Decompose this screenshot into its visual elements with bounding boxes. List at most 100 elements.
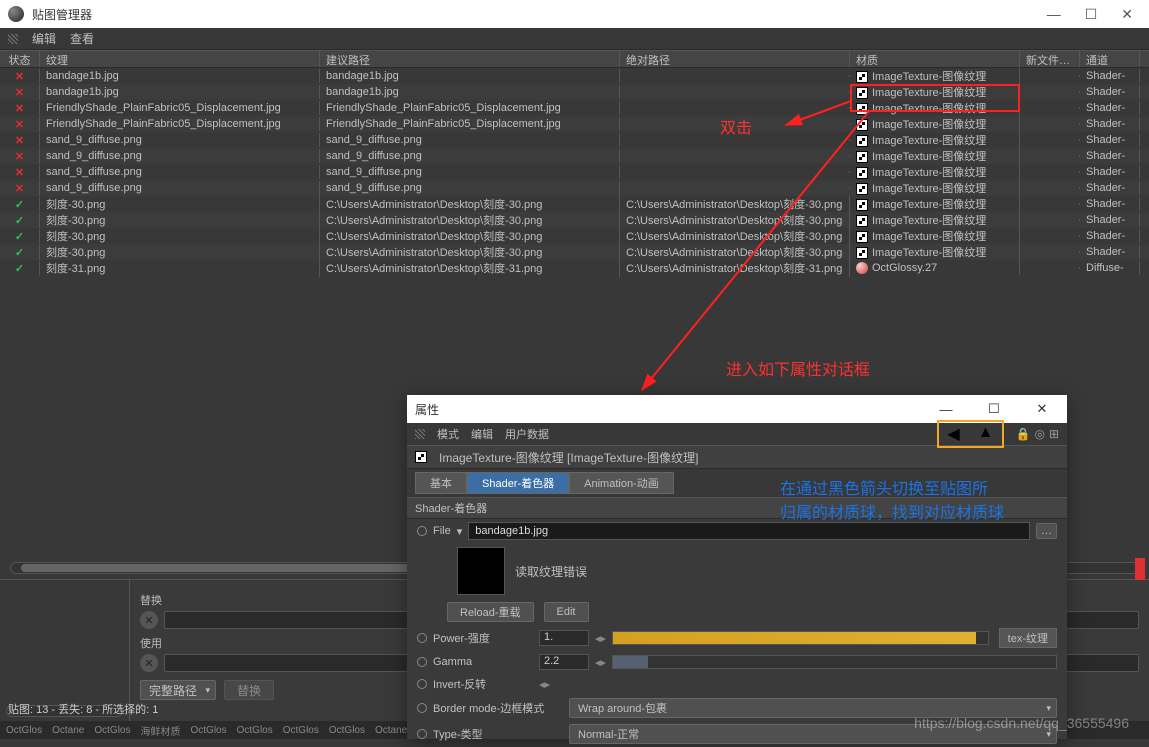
table-header: 状态 纹理 建议路径 绝对路径 材质 新文件路径 通道 bbox=[0, 50, 1149, 68]
radio-icon[interactable] bbox=[417, 657, 427, 667]
app-icon bbox=[8, 6, 24, 22]
new-icon[interactable]: ⊞ bbox=[1049, 427, 1059, 441]
window-title: 贴图管理器 bbox=[32, 6, 92, 23]
attributes-title: 属性 bbox=[415, 401, 439, 418]
target-icon[interactable]: ◎ bbox=[1034, 427, 1044, 441]
radio-icon[interactable] bbox=[417, 729, 427, 739]
close-button[interactable]: ✕ bbox=[1025, 396, 1059, 422]
col-suggested[interactable]: 建议路径 bbox=[320, 51, 620, 67]
gamma-value[interactable]: 2.2 bbox=[539, 654, 589, 670]
table-row[interactable]: ✓刻度-30.pngC:\Users\Administrator\Desktop… bbox=[0, 196, 1149, 212]
clear-use-icon[interactable]: ✕ bbox=[140, 654, 158, 672]
invert-label: Invert-反转 bbox=[433, 676, 533, 692]
csdn-badge bbox=[1135, 558, 1145, 580]
col-status[interactable]: 状态 bbox=[0, 51, 40, 67]
border-label: Border mode-边框模式 bbox=[433, 700, 563, 716]
radio-icon[interactable] bbox=[417, 633, 427, 643]
table-row[interactable]: ✕sand_9_diffuse.pngsand_9_diffuse.pngIma… bbox=[0, 164, 1149, 180]
gamma-slider[interactable] bbox=[612, 655, 1057, 669]
power-slider[interactable] bbox=[612, 631, 989, 645]
material-strip-item[interactable]: OctGlos bbox=[191, 725, 227, 736]
gamma-row: Gamma 2.2 ◂▸ bbox=[407, 651, 1067, 673]
object-header: ImageTexture-图像纹理 [ImageTexture-图像纹理] bbox=[407, 445, 1067, 469]
power-label: Power-强度 bbox=[433, 630, 533, 646]
annotation-arrow-hint: 在通过黑色箭头切换至贴图所 归属的材质球，找到对应材质球 bbox=[780, 478, 1004, 526]
table-row[interactable]: ✕sand_9_diffuse.pngsand_9_diffuse.pngIma… bbox=[0, 180, 1149, 196]
col-channel[interactable]: 通道 bbox=[1080, 51, 1140, 67]
watermark: https://blog.csdn.net/qq_36555496 bbox=[914, 715, 1129, 731]
material-strip-item[interactable]: OctGlos bbox=[237, 725, 273, 736]
status-line: 贴图: 13 - 丢失: 8 - 所选择的: 1 bbox=[8, 701, 158, 717]
material-strip-item[interactable]: OctGlos bbox=[94, 725, 130, 736]
material-strip-item[interactable]: OctGlos bbox=[6, 725, 42, 736]
material-strip-item[interactable]: 海鲜材质 bbox=[141, 723, 181, 738]
tex-button[interactable]: tex-纹理 bbox=[999, 628, 1057, 648]
menu-view[interactable]: 查看 bbox=[70, 30, 94, 47]
type-label: Type-类型 bbox=[433, 726, 563, 742]
table-row[interactable]: ✓刻度-31.pngC:\Users\Administrator\Desktop… bbox=[0, 260, 1149, 276]
edit-button[interactable]: Edit bbox=[544, 602, 589, 622]
lock-icon[interactable]: 🔒 bbox=[1016, 427, 1031, 441]
nav-arrow-highlight: ◀ ▲ bbox=[937, 420, 1003, 448]
annotation-double-click: 双击 bbox=[720, 114, 752, 138]
table-row[interactable]: ✓刻度-30.pngC:\Users\Administrator\Desktop… bbox=[0, 228, 1149, 244]
menu-edit[interactable]: 编辑 bbox=[471, 426, 493, 442]
tab-shader[interactable]: Shader-着色器 bbox=[467, 472, 569, 494]
gamma-label: Gamma bbox=[433, 656, 533, 668]
object-name: ImageTexture-图像纹理 [ImageTexture-图像纹理] bbox=[439, 449, 698, 466]
attributes-titlebar[interactable]: 属性 — ☐ ✕ bbox=[407, 395, 1067, 423]
browse-button[interactable]: … bbox=[1036, 523, 1057, 539]
menu-edit[interactable]: 编辑 bbox=[32, 30, 56, 47]
preview-row: 读取纹理错误 bbox=[407, 543, 1067, 599]
radio-icon[interactable] bbox=[417, 679, 427, 689]
tab-basic[interactable]: 基本 bbox=[415, 472, 467, 494]
material-strip-item[interactable]: Octane bbox=[52, 725, 84, 736]
table-row[interactable]: ✕sand_9_diffuse.pngsand_9_diffuse.pngIma… bbox=[0, 132, 1149, 148]
material-strip-item[interactable]: Octane bbox=[375, 725, 407, 736]
clear-replace-icon[interactable]: ✕ bbox=[140, 611, 158, 629]
power-value[interactable]: 1. bbox=[539, 630, 589, 646]
power-row: Power-强度 1. ◂▸ tex-纹理 bbox=[407, 625, 1067, 651]
col-material[interactable]: 材质 bbox=[850, 51, 1020, 67]
maximize-button[interactable]: ☐ bbox=[977, 396, 1011, 422]
read-error-text: 读取纹理错误 bbox=[515, 563, 587, 580]
reload-button[interactable]: Reload-重载 bbox=[447, 602, 534, 622]
table-row[interactable]: ✕bandage1b.jpgbandage1b.jpgImageTexture-… bbox=[0, 68, 1149, 84]
material-strip-item[interactable]: OctGlos bbox=[329, 725, 365, 736]
col-newpath[interactable]: 新文件路径 bbox=[1020, 51, 1080, 67]
attributes-window: 属性 — ☐ ✕ 模式 编辑 用户数据 ◀ ▲ 🔒 ◎ ⊞ ImageTextu… bbox=[407, 395, 1067, 739]
checker-icon bbox=[415, 451, 427, 463]
table-row[interactable]: ✕bandage1b.jpgbandage1b.jpgImageTexture-… bbox=[0, 84, 1149, 100]
texture-preview bbox=[457, 547, 505, 595]
table-row[interactable]: ✓刻度-30.pngC:\Users\Administrator\Desktop… bbox=[0, 244, 1149, 260]
titlebar[interactable]: 贴图管理器 — ☐ ✕ bbox=[0, 0, 1149, 28]
minimize-button[interactable]: — bbox=[1047, 6, 1061, 22]
radio-icon[interactable] bbox=[417, 703, 427, 713]
attributes-menubar: 模式 编辑 用户数据 ◀ ▲ 🔒 ◎ ⊞ bbox=[407, 423, 1067, 445]
chevron-down-icon[interactable]: ▾ bbox=[457, 525, 463, 538]
col-absolute[interactable]: 绝对路径 bbox=[620, 51, 850, 67]
material-strip-item[interactable]: OctGlos bbox=[283, 725, 319, 736]
nav-prev-icon[interactable]: ◀ bbox=[947, 424, 959, 444]
close-button[interactable]: ✕ bbox=[1121, 6, 1133, 23]
table-row[interactable]: ✕sand_9_diffuse.pngsand_9_diffuse.pngIma… bbox=[0, 148, 1149, 164]
replace-button[interactable]: 替换 bbox=[224, 680, 274, 700]
minimize-button[interactable]: — bbox=[929, 396, 963, 422]
col-texture[interactable]: 纹理 bbox=[40, 51, 320, 67]
path-mode-dropdown[interactable]: 完整路径 bbox=[140, 680, 216, 700]
menu-userdata[interactable]: 用户数据 bbox=[505, 426, 549, 442]
table-row[interactable]: ✕FriendlyShade_PlainFabric05_Displacemen… bbox=[0, 100, 1149, 116]
menu-mode[interactable]: 模式 bbox=[437, 426, 459, 442]
radio-icon[interactable] bbox=[417, 526, 427, 536]
table-body: ✕bandage1b.jpgbandage1b.jpgImageTexture-… bbox=[0, 68, 1149, 276]
menubar: 编辑 查看 bbox=[0, 28, 1149, 50]
annotation-enter-dialog: 进入如下属性对话框 bbox=[726, 356, 870, 380]
maximize-button[interactable]: ☐ bbox=[1085, 6, 1098, 23]
grip-icon bbox=[415, 429, 425, 439]
file-label: File bbox=[433, 525, 451, 537]
invert-row: Invert-反转 ◂▸ bbox=[407, 673, 1067, 695]
table-row[interactable]: ✕FriendlyShade_PlainFabric05_Displacemen… bbox=[0, 116, 1149, 132]
nav-up-icon[interactable]: ▲ bbox=[978, 424, 994, 444]
tab-animation[interactable]: Animation-动画 bbox=[569, 472, 674, 494]
table-row[interactable]: ✓刻度-30.pngC:\Users\Administrator\Desktop… bbox=[0, 212, 1149, 228]
